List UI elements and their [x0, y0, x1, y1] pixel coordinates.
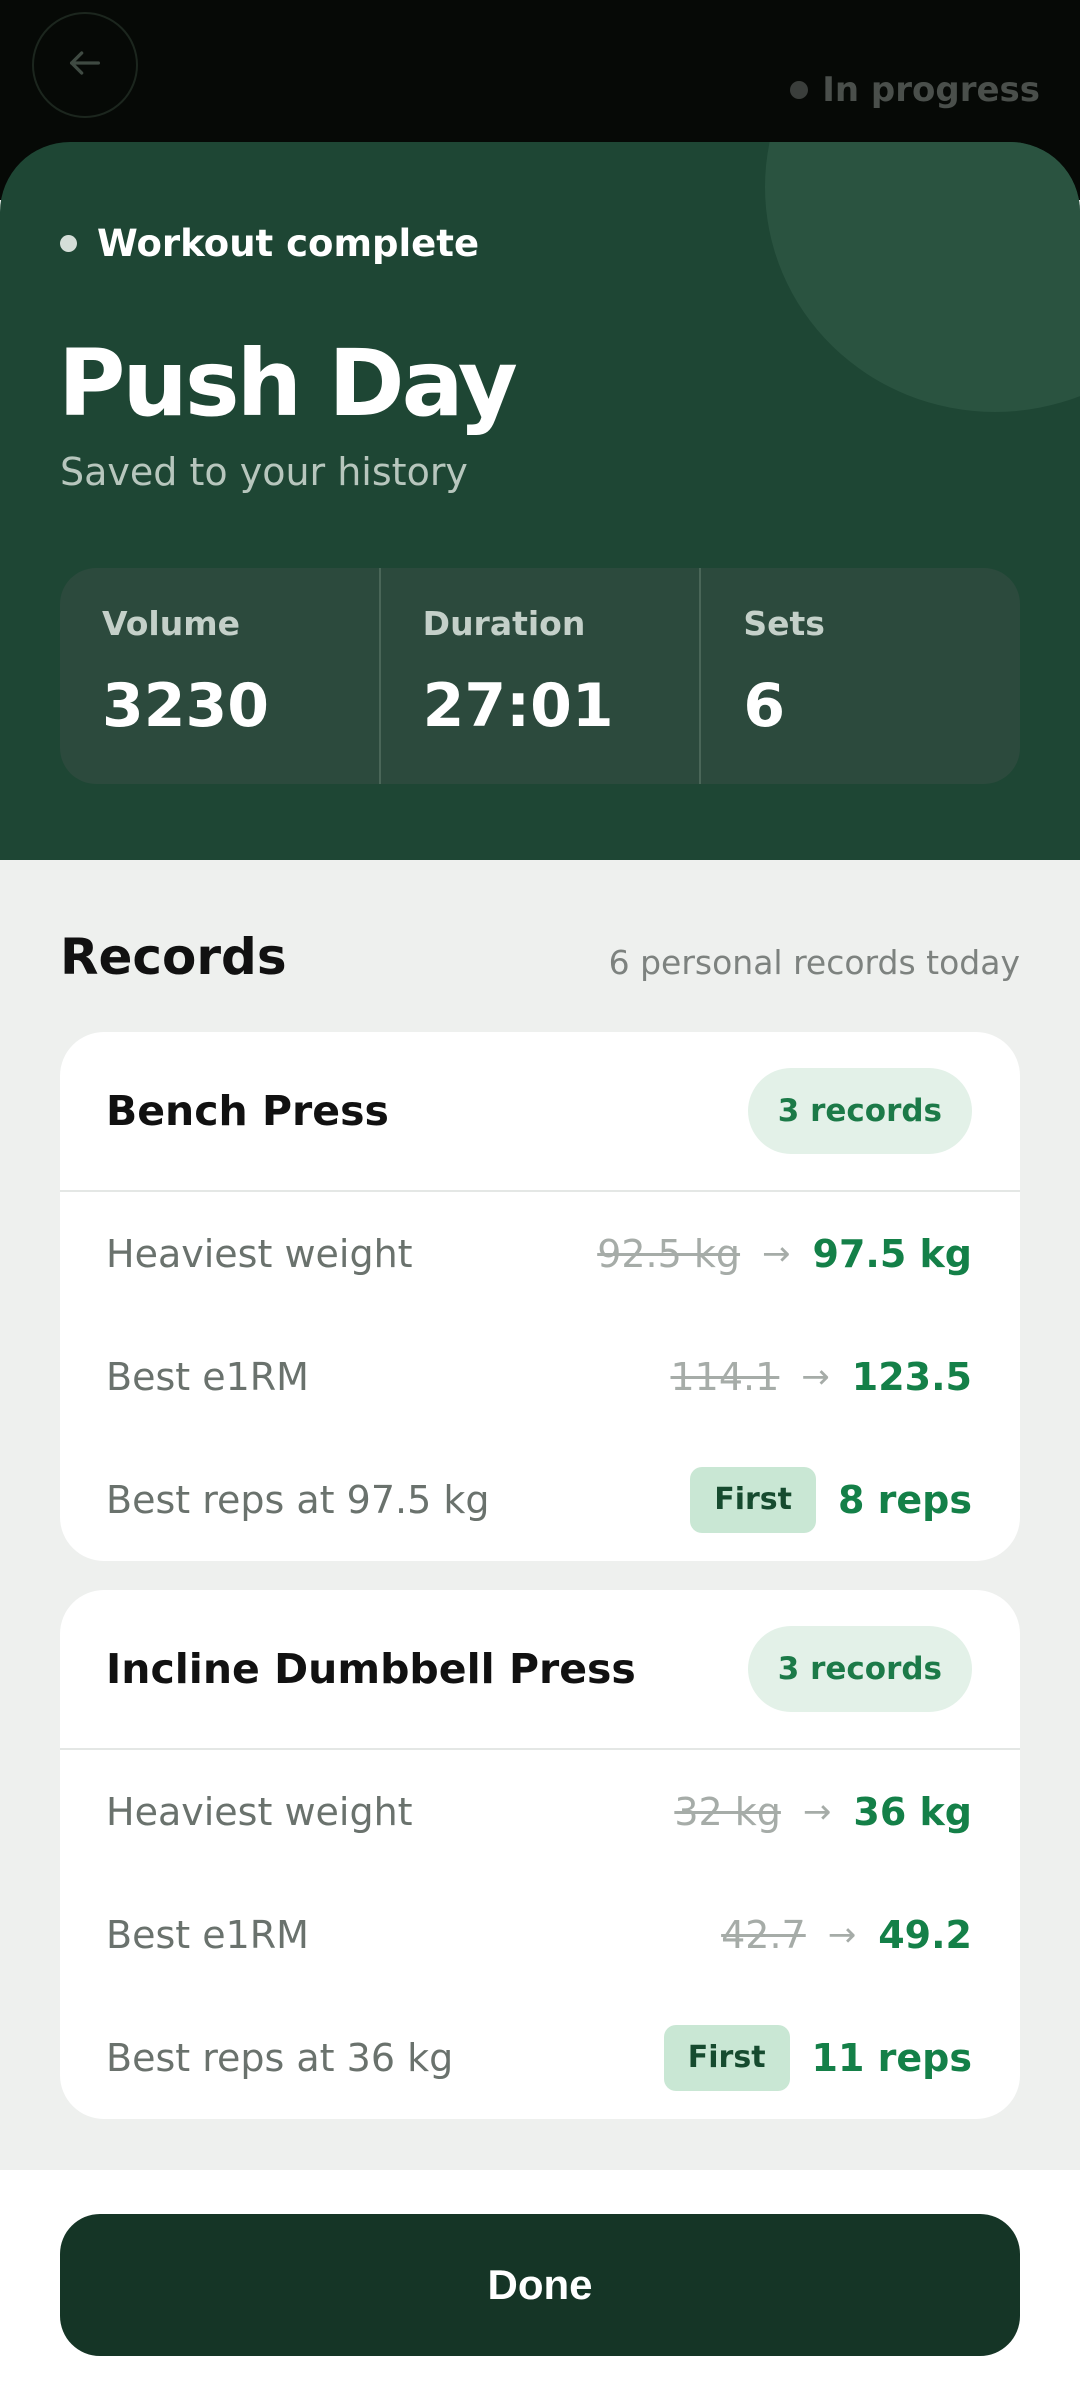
record-label: Best e1RM — [106, 1354, 309, 1399]
previous-value: 42.7 — [721, 1912, 806, 1957]
stat-label: Volume — [102, 604, 240, 643]
first-tag: First — [690, 1466, 816, 1533]
records-title: Records — [60, 928, 287, 986]
record-label: Best e1RM — [106, 1912, 309, 1957]
previous-value: 92.5 kg — [597, 1231, 741, 1276]
record-row: Heaviest weight 92.5 kg → 97.5 kg — [60, 1192, 1020, 1315]
stat-value: 27:01 — [422, 671, 614, 741]
stat-label: Sets — [743, 604, 825, 643]
stat-duration: Duration 27:01 — [381, 568, 702, 784]
records-header: Records 6 personal records today — [60, 928, 1020, 986]
exercise-name: Bench Press — [106, 1087, 389, 1135]
stat-value: 3230 — [102, 671, 269, 741]
record-values: 32 kg → 36 kg — [674, 1790, 972, 1834]
arrow-right-icon: → — [827, 1914, 857, 1955]
arrow-left-icon — [65, 43, 105, 87]
record-values: 42.7 → 49.2 — [721, 1913, 972, 1957]
record-values: 114.1 → 123.5 — [671, 1355, 973, 1399]
new-value: 123.5 — [851, 1354, 972, 1399]
record-row: Best e1RM 42.7 → 49.2 — [60, 1873, 1020, 1996]
arrow-right-icon: → — [802, 1791, 832, 1832]
record-values: First 11 reps — [663, 2024, 972, 2091]
stat-label: Duration — [422, 604, 586, 643]
previous-value: 114.1 — [670, 1354, 780, 1399]
record-card-header: Incline Dumbbell Press 3 records — [60, 1590, 1020, 1750]
workout-complete-label: Workout complete — [60, 222, 479, 265]
footer: Done — [0, 2170, 1080, 2400]
stat-sets: Sets 6 — [701, 568, 1020, 784]
arrow-right-icon: → — [762, 1233, 791, 1274]
workout-summary-hero: Workout complete Push Day Saved to your … — [0, 142, 1080, 860]
record-label: Heaviest weight — [106, 1789, 413, 1834]
record-card-header: Bench Press 3 records — [60, 1032, 1020, 1192]
exercise-name: Incline Dumbbell Press — [106, 1645, 636, 1693]
new-value: 8 reps — [837, 1477, 972, 1522]
record-label: Best reps at 36 kg — [106, 2035, 454, 2080]
stats-panel: Volume 3230 Duration 27:01 Sets 6 — [60, 568, 1020, 784]
workout-subtitle: Saved to your history — [60, 450, 468, 494]
status-dot — [790, 81, 809, 99]
record-label: Best reps at 97.5 kg — [106, 1477, 490, 1522]
new-value: 97.5 kg — [812, 1231, 972, 1276]
stat-value: 6 — [743, 671, 786, 741]
new-value: 11 reps — [811, 2035, 972, 2080]
record-values: 92.5 kg → 97.5 kg — [597, 1232, 972, 1276]
new-value: 49.2 — [878, 1912, 972, 1957]
back-button[interactable] — [32, 12, 138, 118]
workout-complete-text: Workout complete — [97, 222, 480, 265]
done-button[interactable]: Done — [60, 2214, 1020, 2356]
workout-title: Push Day — [58, 330, 518, 437]
record-card-bench-press: Bench Press 3 records Heaviest weight 92… — [60, 1032, 1020, 1561]
decorative-circle — [765, 142, 1080, 412]
first-tag: First — [663, 2024, 790, 2091]
status-label: In progress — [822, 70, 1040, 110]
records-count-badge: 3 records — [747, 1068, 972, 1154]
stat-volume: Volume 3230 — [60, 568, 381, 784]
record-row: Best reps at 36 kg First 11 reps — [60, 1996, 1020, 2119]
record-row: Best e1RM 114.1 → 123.5 — [60, 1315, 1020, 1438]
records-summary: 6 personal records today — [608, 943, 1020, 982]
record-label: Heaviest weight — [106, 1231, 413, 1276]
record-card-incline-dumbbell-press: Incline Dumbbell Press 3 records Heavies… — [60, 1590, 1020, 2119]
complete-dot-icon — [60, 235, 77, 252]
status-indicator: In progress — [790, 70, 1040, 110]
records-count-badge: 3 records — [747, 1626, 972, 1712]
record-values: First 8 reps — [690, 1466, 972, 1533]
previous-value: 32 kg — [674, 1789, 781, 1834]
record-row: Heaviest weight 32 kg → 36 kg — [60, 1750, 1020, 1873]
new-value: 36 kg — [853, 1789, 972, 1834]
arrow-right-icon: → — [801, 1356, 830, 1397]
record-row: Best reps at 97.5 kg First 8 reps — [60, 1438, 1020, 1561]
